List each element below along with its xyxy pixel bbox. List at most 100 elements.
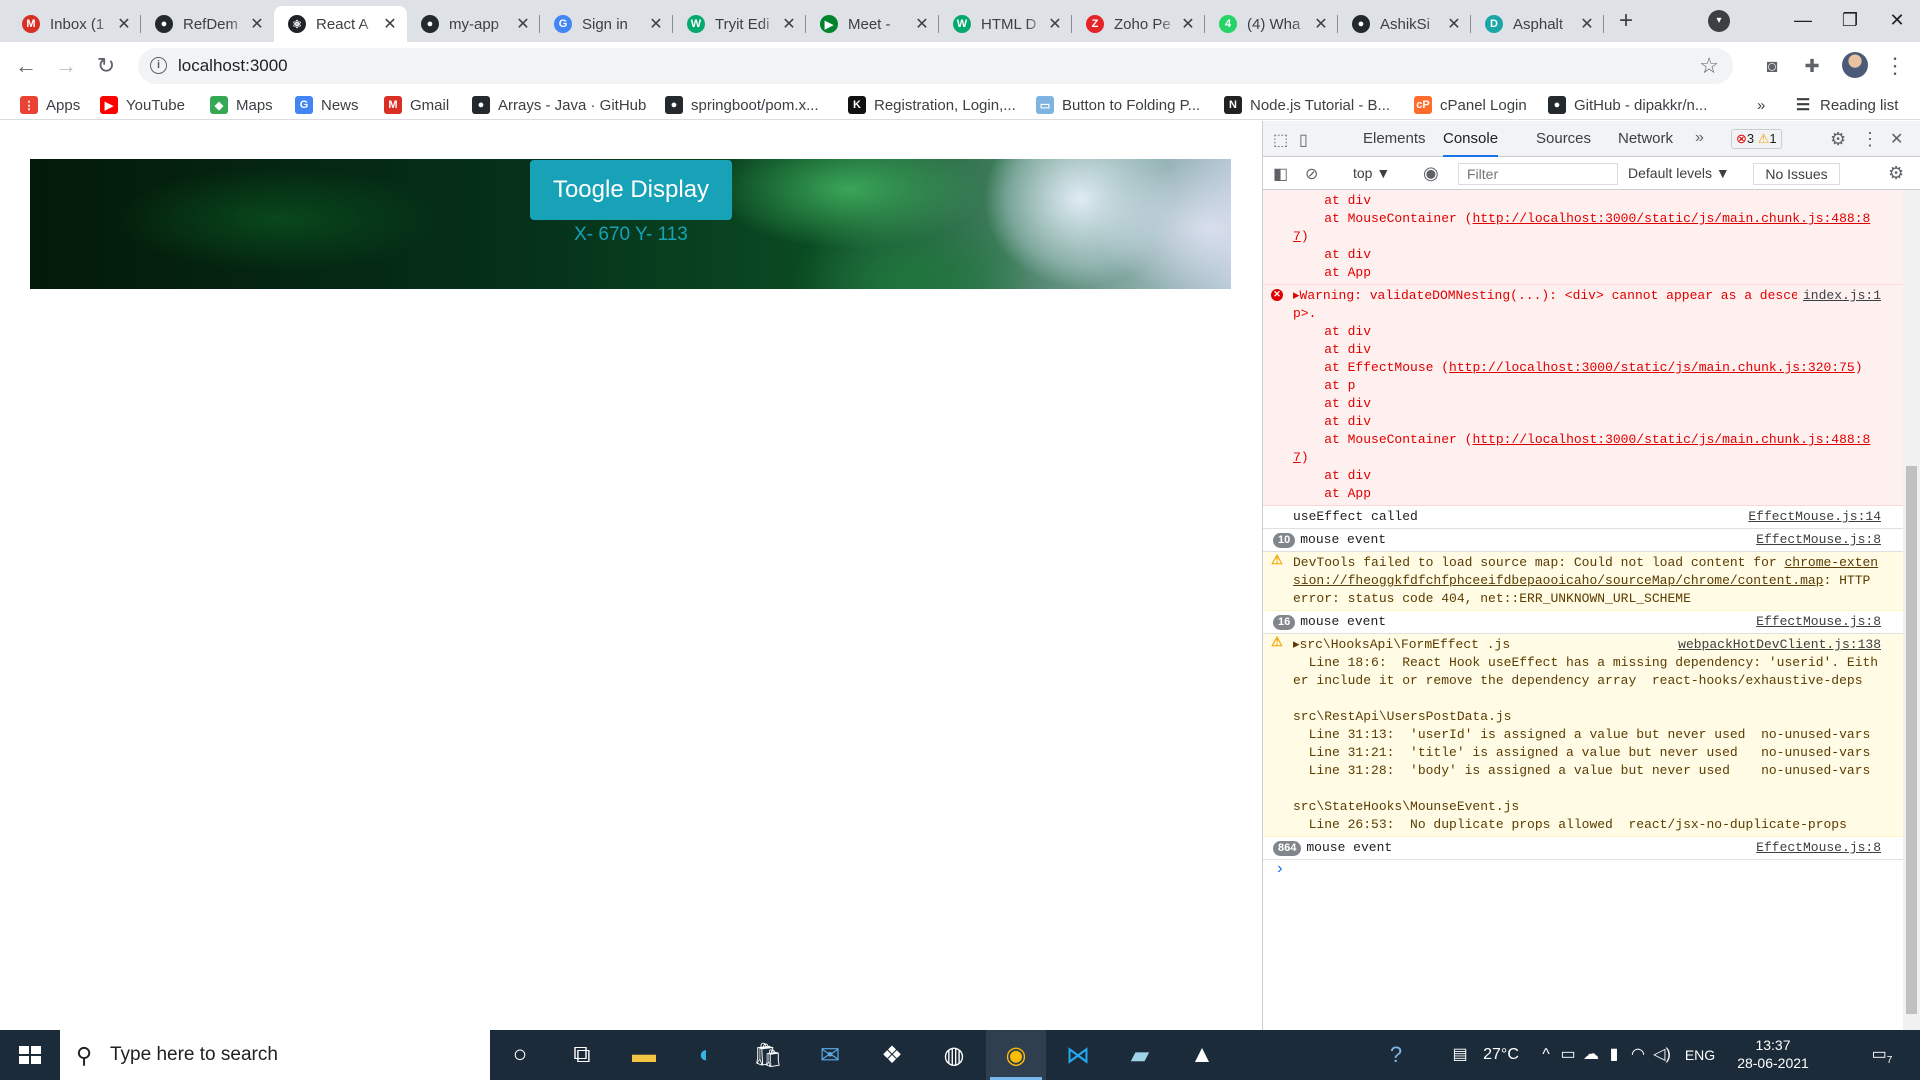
notepad-icon[interactable]: ▰ [1110,1030,1170,1080]
bookmark-item[interactable]: ◆ Maps [210,94,273,116]
url-input[interactable] [178,52,1618,80]
bookmark-item[interactable]: ● GitHub - dipakkr/n... [1548,94,1707,116]
no-issues-button[interactable]: No Issues [1753,163,1840,185]
bookmark-item[interactable]: N Node.js Tutorial - B... [1224,94,1390,116]
console-filter-input[interactable] [1458,163,1618,185]
close-tab-icon[interactable]: ✕ [1312,14,1330,34]
photos-icon[interactable]: ▲ [1172,1030,1232,1080]
site-info-icon[interactable]: i [150,57,167,74]
close-devtools-icon[interactable]: ✕ [1890,129,1903,149]
bookmark-item[interactable]: ● springboot/pom.x... [665,94,819,116]
browser-tab[interactable]: 4 (4) Wha ✕ [1205,6,1338,42]
close-tab-icon[interactable]: ✕ [1179,14,1197,34]
error-warning-counter[interactable]: ⊗3 ⚠1 [1731,129,1782,149]
weather-temp[interactable]: 27°C [1480,1030,1522,1080]
message-source-link[interactable]: EffectMouse.js:8 [1750,839,1881,857]
tab-search-icon[interactable]: ▾ [1708,10,1730,32]
reading-list-button[interactable]: ☰ Reading list [1794,94,1899,116]
microsoft-store-icon[interactable]: 🛍 [738,1030,798,1080]
meet-now-icon[interactable]: ▭ [1557,1030,1579,1080]
wifi-icon[interactable]: ◠ [1626,1030,1650,1080]
message-source-link[interactable]: EffectMouse.js:8 [1750,613,1881,631]
tab-sources[interactable]: Sources [1536,121,1591,157]
maximize-button[interactable]: ❐ [1827,6,1873,34]
bookmark-item[interactable]: ▶ YouTube [100,94,185,116]
menu-kebab-icon[interactable]: ⋮ [1884,55,1906,77]
close-tab-icon[interactable]: ✕ [514,14,532,34]
notification-center-icon[interactable]: ▭7 [1862,1030,1902,1080]
more-bookmarks-button[interactable]: » [1757,94,1765,116]
windows-start-button[interactable] [0,1030,60,1080]
close-tab-icon[interactable]: ✕ [647,14,665,34]
browser-tab[interactable]: ● my-app ✕ [407,6,540,42]
close-window-button[interactable]: ✕ [1874,6,1920,34]
clock[interactable]: 13:37 28-06-2021 [1728,1030,1818,1080]
bookmark-item[interactable]: cP cPanel Login [1414,94,1527,116]
clear-console-icon[interactable]: ⊘ [1305,164,1318,184]
browser-tab[interactable]: D Asphalt ✕ [1471,6,1604,42]
console-settings-gear-icon[interactable]: ⚙ [1888,163,1904,184]
log-levels-dropdown[interactable]: Default levels ▼ [1628,157,1730,190]
stack-link[interactable]: http://localhost:3000/static/js/main.chu… [1449,360,1855,375]
bookmark-item[interactable]: ▭ Button to Folding P... [1036,94,1200,116]
devtools-menu-icon[interactable]: ⋮ [1861,129,1879,150]
browser-tab[interactable]: ● RefDem ✕ [141,6,274,42]
console-prompt[interactable]: › [1275,860,1285,878]
browser-tab[interactable]: ▶ Meet - ✕ [806,6,939,42]
close-tab-icon[interactable]: ✕ [1445,14,1463,34]
inspect-element-icon[interactable]: ⬚ [1273,130,1288,150]
file-explorer-icon[interactable]: ▬ [614,1030,674,1080]
settings-gear-icon[interactable]: ⚙ [1830,129,1846,150]
bookmark-star-icon[interactable]: ☆ [1699,53,1719,79]
bookmark-item[interactable]: M Gmail [384,94,449,116]
battery-icon[interactable]: ▮ [1603,1030,1625,1080]
browser-tab[interactable]: W Tryit Edi ✕ [673,6,806,42]
volume-icon[interactable]: ◁) [1650,1030,1674,1080]
context-selector[interactable]: top ▼ [1353,157,1390,190]
live-expression-eye-icon[interactable]: ◉ [1423,163,1439,184]
task-view-icon[interactable]: ⧉ [552,1030,612,1080]
bookmark-item[interactable]: ⋮ Apps [20,94,80,116]
close-tab-icon[interactable]: ✕ [780,14,798,34]
close-tab-icon[interactable]: ✕ [381,14,399,34]
address-bar[interactable]: i ☆ [138,48,1733,84]
edge-browser-icon[interactable]: ◐ [676,1030,736,1080]
profile-avatar[interactable] [1842,52,1868,78]
message-source-link[interactable]: EffectMouse.js:8 [1750,531,1881,549]
tab-console[interactable]: Console [1443,121,1499,157]
dropbox-icon[interactable]: ❖ [862,1030,922,1080]
extensions-icon[interactable]: ✚ [1801,55,1823,77]
chrome-icon[interactable]: ◉ [986,1030,1046,1080]
forward-icon[interactable]: → [52,52,80,80]
bookmark-item[interactable]: ● Arrays - Java · GitHub [472,94,646,116]
help-icon[interactable]: ? [1378,1030,1414,1080]
back-icon[interactable]: ← [12,52,40,80]
tab-network[interactable]: Network [1618,121,1673,157]
tab-elements[interactable]: Elements [1363,121,1426,157]
weather-icon[interactable]: ▤ [1440,1030,1480,1080]
console-scrollbar[interactable] [1903,190,1920,1030]
device-toolbar-icon[interactable]: ▯ [1299,130,1308,150]
browser-tab[interactable]: G Sign in ✕ [540,6,673,42]
onedrive-icon[interactable]: ☁ [1580,1030,1602,1080]
message-source-link[interactable]: index.js:1 [1796,287,1881,305]
browser-tab[interactable]: M Inbox (1 ✕ [8,6,141,42]
close-tab-icon[interactable]: ✕ [1046,14,1064,34]
more-tabs-icon[interactable]: » [1695,129,1704,147]
vscode-icon[interactable]: ⋈ [1048,1030,1108,1080]
bookmark-item[interactable]: G News [295,94,359,116]
close-tab-icon[interactable]: ✕ [913,14,931,34]
scrollbar-thumb[interactable] [1906,466,1917,1014]
sidebar-toggle-icon[interactable]: ◧ [1273,164,1288,184]
github-desktop-icon[interactable]: ◍ [924,1030,984,1080]
toggle-display-button[interactable]: Toogle Display [530,160,732,220]
browser-tab[interactable]: Z Zoho Pe ✕ [1072,6,1205,42]
close-tab-icon[interactable]: ✕ [248,14,266,34]
browser-tab[interactable]: ⚛ React A ✕ [274,6,407,42]
console-prompt-row[interactable]: › [1263,860,1903,880]
camera-icon[interactable]: ◙ [1761,55,1783,77]
minimize-button[interactable]: — [1780,6,1826,34]
input-language[interactable]: ENG [1680,1030,1720,1080]
close-tab-icon[interactable]: ✕ [1578,14,1596,34]
mail-icon[interactable]: ✉ [800,1030,860,1080]
